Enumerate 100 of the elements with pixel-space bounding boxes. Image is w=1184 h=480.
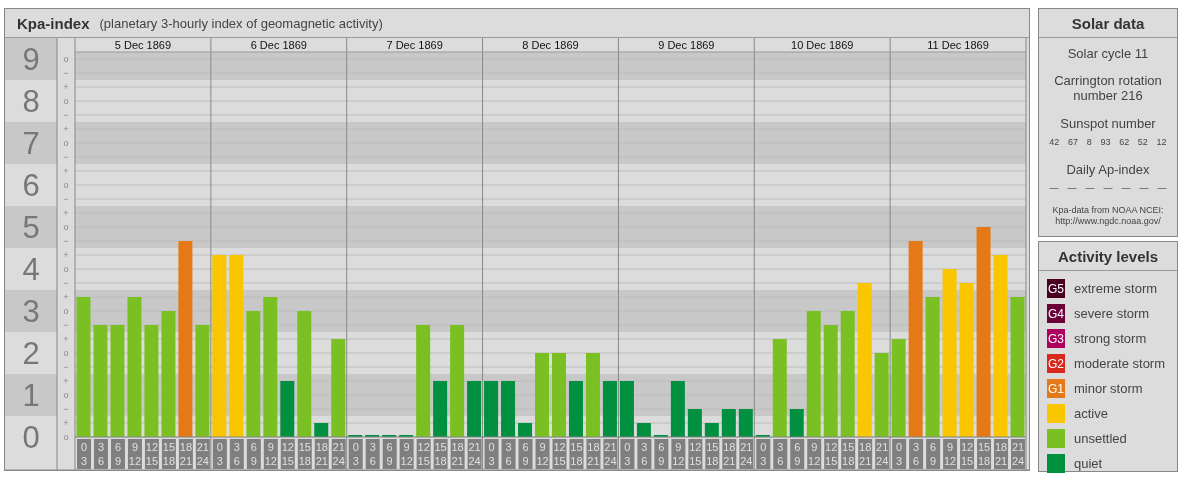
x-tick-label: 6 9 [386,441,393,467]
axis-sub-label: − [63,320,69,330]
axis-sub-label: + [63,124,69,134]
legend-swatch: G2 [1047,354,1065,373]
panel-title: Activity levels [1039,242,1177,271]
axis-label: 7 [22,126,40,161]
x-tick-label: 3 6 [233,441,240,467]
axis-sub-label: + [63,292,69,302]
axis-sub-label: + [63,418,69,428]
legend-swatch: G4 [1047,304,1065,323]
axis-sub-label: o [63,96,69,106]
sunspot-value: 42 [1049,137,1060,147]
x-tick-label: 3 6 [641,441,648,467]
x-tick-label: 0 3 [760,441,767,467]
axis-sub-label: + [63,82,69,92]
axis-sub-label: o [63,222,69,232]
sunspot-title: Sunspot number [1060,116,1156,131]
hour-range-label: 12 15 [416,439,431,469]
hour-range-label: 0 3 [892,439,907,469]
axis-sub-label: − [63,110,69,120]
hour-range-label: 21 24 [875,439,890,469]
hour-range-label: 3 6 [637,439,652,469]
hour-range-label: 9 12 [263,439,278,469]
hour-range-label: 21 24 [195,439,210,469]
x-tick-label: 6 9 [250,441,257,467]
axis-sub-label: o [63,432,69,442]
axis-label: 9 [22,42,40,77]
x-tick-label: 3 6 [777,441,784,467]
chart-title: Kpa-index [17,14,90,32]
x-tick-label: 6 9 [522,441,529,467]
ap-index-value: — [1157,183,1167,193]
hour-range-label: 0 3 [756,439,771,469]
axis-sub-label: − [63,404,69,414]
axis-label: 0 [22,420,40,455]
legend-label: extreme storm [1074,281,1158,296]
axis-label: 5 [22,210,40,245]
ap-index-value: — [1103,183,1113,193]
hour-range-label: 12 15 [960,439,975,469]
x-tick-label: 3 6 [913,441,920,467]
hour-range-label: 6 9 [246,439,261,469]
axis-label: 1 [22,378,40,413]
hour-range-label: 9 12 [943,439,958,469]
hour-range-label: 9 12 [807,439,822,469]
axis-sub-label: + [63,334,69,344]
hour-range-label: 3 6 [365,439,380,469]
hour-range-label: 21 24 [603,439,618,469]
legend-label: quiet [1074,456,1103,471]
hour-range-label: 6 9 [926,439,941,469]
sunspot-value: 12 [1156,137,1167,147]
legend-swatch: G1 [1047,379,1065,398]
axis-sub-label: + [63,250,69,260]
ap-index-value: — [1085,183,1095,193]
axis-sub-label: o [63,138,69,148]
hour-range-label: 9 12 [535,439,550,469]
legend-label: strong storm [1074,331,1147,346]
ap-index-value: — [1067,183,1077,193]
day-label: 7 Dec 1869 [386,39,443,51]
axis-label: 2 [22,336,40,371]
x-tick-label: 0 3 [352,441,359,467]
hour-range-label: 12 15 [280,439,295,469]
legend-label: minor storm [1074,381,1143,396]
hour-range-label: 9 12 [127,439,142,469]
hour-range-label: 12 15 [824,439,839,469]
hour-range-label: 3 6 [773,439,788,469]
hour-range-label: 18 21 [858,439,873,469]
day-label: 5 Dec 1869 [114,39,172,51]
x-tick-label: 0 3 [488,441,495,467]
axis-sub-label: − [63,362,69,372]
chart-subtitle: (planetary 3-hourly index of geomagnetic activity) [99,15,383,31]
axis-label: 4 [22,252,40,287]
sunspot-value: 8 [1086,137,1092,147]
x-tick-label: 3 6 [505,441,512,467]
sunspot-value: 62 [1119,137,1130,147]
hour-range-label: 21 24 [331,439,346,469]
hour-range-label: 12 15 [688,439,703,469]
hour-range-label: 15 18 [297,439,312,469]
hour-range-label: 15 18 [705,439,720,469]
hour-range-label: 6 9 [110,439,125,469]
hour-range-label: 3 6 [909,439,924,469]
axis-sub-label: − [63,236,69,246]
x-tick-label: 0 3 [216,441,223,467]
hour-range-label: 18 21 [178,439,193,469]
legend-swatch: G3 [1047,329,1065,348]
hour-range-label: 18 21 [722,439,737,469]
axis-sub-label: + [63,376,69,386]
day-label: 6 Dec 1869 [250,39,307,51]
data-source-note: Kpa-data from NOAA NCEI: http://www.ngdc.noaa.gov/ [1052,205,1164,227]
hour-range-label: 15 18 [161,439,176,469]
legend-label: severe storm [1074,306,1150,321]
hour-range-label: 6 9 [382,439,397,469]
axis-sub-label: o [63,306,69,316]
axis-sub-label: o [63,54,69,64]
day-label: 11 Dec 1869 [927,39,989,51]
axis-label: 8 [22,84,40,119]
axis-sub-label: − [63,152,69,162]
hour-range-label: 0 3 [212,439,227,469]
hour-range-label: 3 6 [94,439,108,469]
day-label: 8 Dec 1869 [522,39,579,51]
day-label: 9 Dec 1869 [658,39,715,51]
axis-sub-label: o [63,348,69,358]
